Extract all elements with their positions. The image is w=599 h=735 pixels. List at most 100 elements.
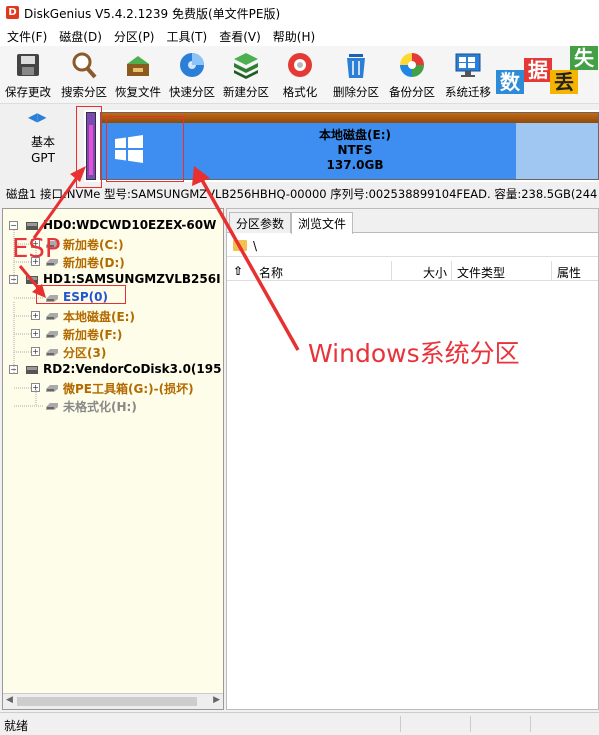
volume-icon	[45, 328, 59, 338]
system-migration-label: 系统迁移	[445, 85, 491, 99]
banner-char-4: 失	[570, 46, 598, 70]
file-list-header: ⇧ 名称 大小 文件类型 属性	[227, 261, 598, 281]
scroll-right-icon[interactable]: ▶	[213, 695, 220, 705]
recover-files-label: 恢复文件	[115, 85, 161, 99]
collapse-icon[interactable]: −	[9, 275, 18, 284]
diskgenius-window: D DiskGenius V5.4.2.1239 免费版(单文件PE版) 文件(…	[0, 0, 599, 735]
partition-size: 137.0GB	[326, 158, 384, 172]
quick-partition-icon	[177, 50, 207, 80]
tree-item-label: HD0:WDCWD10EZEX-60W	[43, 218, 217, 232]
data-loss-banner[interactable]: 数 据 丢 失	[494, 46, 599, 104]
new-partition-label: 新建分区	[223, 85, 269, 99]
hard-disk-icon	[25, 274, 39, 284]
column-name[interactable]: 名称	[259, 264, 283, 281]
sort-up-icon[interactable]: ⇧	[233, 264, 243, 278]
volume-icon	[45, 400, 59, 410]
quick-partition-label: 快速分区	[169, 85, 215, 99]
new-partition-button[interactable]: 新建分区	[218, 50, 274, 100]
partition-info-label: 本地磁盘(E:) NTFS 137.0GB	[280, 128, 430, 173]
tree-item-volume-e[interactable]: + 本地磁盘(E:)	[3, 307, 223, 325]
format-label: 格式化	[282, 85, 318, 99]
menu-tools[interactable]: 工具(T)	[162, 26, 213, 46]
expand-icon[interactable]: +	[31, 311, 40, 320]
save-changes-label: 保存更改	[5, 85, 51, 99]
tree-item-volume-g[interactable]: + 微PE工具箱(G:)-(损坏)	[3, 379, 223, 397]
partition-filesystem: NTFS	[337, 143, 373, 157]
new-partition-icon	[231, 50, 261, 80]
recover-files-button[interactable]: 恢复文件	[110, 50, 166, 100]
tree-item-label: HD1:SAMSUNGMZVLB256I	[43, 272, 221, 286]
title-bar: D DiskGenius V5.4.2.1239 免费版(单文件PE版)	[0, 0, 599, 26]
volume-icon	[45, 382, 59, 392]
current-path: \	[253, 239, 258, 253]
volume-icon	[45, 346, 59, 356]
collapse-icon[interactable]: −	[9, 221, 18, 230]
scroll-left-icon[interactable]: ◀	[6, 695, 13, 705]
expand-icon[interactable]: +	[31, 329, 40, 338]
banner-char-3: 丢	[550, 70, 578, 94]
disk-nav-arrows[interactable]: ◀▶	[28, 110, 46, 124]
menu-disk[interactable]: 磁盘(D)	[54, 26, 107, 46]
menu-bar: 文件(F) 磁盘(D) 分区(P) 工具(T) 查看(V) 帮助(H)	[0, 26, 599, 46]
esp-tree-highlight-box	[36, 285, 126, 304]
menu-view[interactable]: 查看(V)	[214, 26, 266, 46]
search-partition-button[interactable]: 搜索分区	[56, 50, 112, 100]
quick-partition-button[interactable]: 快速分区	[164, 50, 220, 100]
delete-partition-label: 删除分区	[333, 85, 379, 99]
tab-strip: 分区参数 浏览文件	[227, 209, 598, 234]
esp-annotation: ESP	[12, 234, 61, 264]
expand-icon[interactable]: +	[31, 347, 40, 356]
menu-help[interactable]: 帮助(H)	[268, 26, 320, 46]
system-migration-button[interactable]: 系统迁移	[440, 50, 496, 100]
recover-files-icon	[123, 50, 153, 80]
tree-item-label: 未格式化(H:)	[63, 400, 137, 414]
prev-disk-icon[interactable]: ◀	[28, 110, 37, 124]
tree-item-disk-rd2[interactable]: − RD2:VendorCoDisk3.0(195	[3, 361, 223, 379]
windows-annotation: Windows系统分区	[308, 339, 520, 368]
status-text: 就绪	[4, 719, 29, 733]
next-disk-icon[interactable]: ▶	[37, 110, 46, 124]
disk-type-basic: 基本	[30, 135, 55, 149]
partition-name: 本地磁盘(E:)	[319, 128, 391, 142]
backup-partition-icon	[397, 50, 427, 80]
save-changes-button[interactable]: 保存更改	[0, 50, 56, 100]
hard-disk-icon	[25, 364, 39, 374]
scroll-thumb[interactable]	[17, 697, 197, 706]
tree-item-volume-h[interactable]: 未格式化(H:)	[3, 397, 223, 415]
expand-icon[interactable]: +	[31, 383, 40, 392]
disk-type-label: 基本 GPT	[28, 134, 58, 166]
delete-partition-button[interactable]: 删除分区	[328, 50, 384, 100]
format-icon	[285, 50, 315, 80]
column-file-type[interactable]: 文件类型	[457, 264, 505, 281]
menu-partition[interactable]: 分区(P)	[109, 26, 160, 46]
tree-item-label: 微PE工具箱(G:)-(损坏)	[63, 382, 194, 396]
banner-char-1: 数	[496, 70, 524, 94]
tree-item-volume-f[interactable]: + 新加卷(F:)	[3, 325, 223, 343]
disk-tree-panel: − HD0:WDCWD10EZEX-60W + 新加卷(C:) + 新加卷(D:) − HD1…	[2, 208, 224, 710]
tree-item-label: 新加卷(C:)	[63, 238, 124, 252]
system-migration-icon	[453, 50, 483, 80]
tree-item-label: 新加卷(F:)	[63, 328, 123, 342]
column-size[interactable]: 大小	[423, 264, 447, 281]
disk-type-gpt: GPT	[31, 151, 55, 165]
format-button[interactable]: 格式化	[272, 50, 328, 100]
collapse-icon[interactable]: −	[9, 365, 18, 374]
tree-horizontal-scrollbar[interactable]: ◀ ▶	[3, 693, 223, 709]
menu-file[interactable]: 文件(F)	[2, 26, 52, 46]
tree-item-label: 新加卷(D:)	[63, 256, 125, 270]
save-icon	[13, 50, 43, 80]
tree-item-label: 分区(3)	[63, 346, 107, 360]
tree-item-label: RD2:VendorCoDisk3.0(195	[43, 362, 222, 376]
backup-partition-button[interactable]: 备份分区	[384, 50, 440, 100]
tab-partition-params[interactable]: 分区参数	[229, 212, 292, 233]
tree-item-disk-hd0[interactable]: − HD0:WDCWD10EZEX-60W	[3, 217, 223, 235]
windows-highlight-box	[106, 116, 184, 182]
tab-browse-files[interactable]: 浏览文件	[291, 212, 354, 234]
status-bar: 就绪	[0, 712, 599, 735]
app-logo-icon: D	[6, 6, 19, 19]
tree-item-partition-3[interactable]: + 分区(3)	[3, 343, 223, 361]
folder-icon	[233, 240, 247, 251]
tree-item-label: 本地磁盘(E:)	[63, 310, 135, 324]
volume-icon	[45, 310, 59, 320]
column-attributes[interactable]: 属性	[557, 264, 581, 281]
